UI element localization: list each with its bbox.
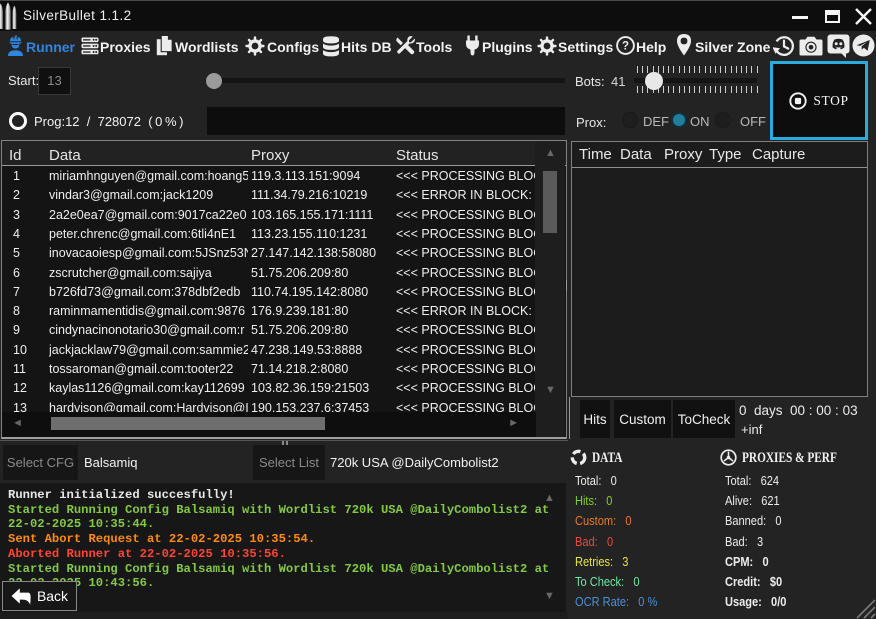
svg-text:?: ? <box>622 41 629 53</box>
